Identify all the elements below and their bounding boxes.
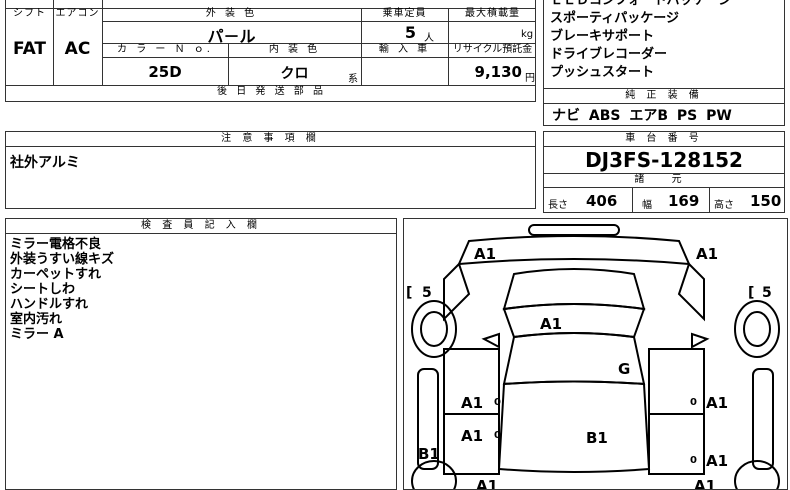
notes-text: 社外アルミ	[10, 155, 80, 171]
left-tire-depth: 5	[422, 285, 432, 301]
mark-roof: B1	[586, 429, 608, 447]
option-item: プッシュスタート	[550, 65, 655, 80]
mark-left-rear-door-small: 0	[494, 430, 501, 441]
svg-text:[: [	[406, 285, 412, 301]
inspector-note-item: ミラー A	[10, 327, 64, 342]
chassis-box: 車 台 番 号 DJ3FS-128152 諸 元 長さ 406 幅 169 高さ…	[543, 131, 785, 213]
inspector-note-item: ハンドルすれ	[10, 297, 89, 312]
max-load-label: 最大積載量	[465, 8, 520, 19]
mark-rear-right: A1	[694, 477, 716, 489]
inspector-note-item: 外装うすい線キズ	[10, 252, 115, 267]
notes-label: 注 意 事 項 欄	[6, 132, 535, 147]
inspector-note-item: シートしわ	[10, 282, 76, 297]
import-label: 輸 入 車	[378, 44, 431, 55]
option-item: スポーティパッケージ	[550, 11, 679, 26]
color-no-label: カ ラ ー Ｎ ｏ.	[117, 44, 213, 55]
mark-front-right: A1	[696, 245, 718, 263]
later-parts-label: 後 日 発 送 部 品	[217, 86, 326, 97]
genuine-equipment-label: 純 正 装 備	[544, 89, 784, 104]
mark-right-front-door-small: 0	[690, 397, 697, 408]
options-box: ＬＥＤコンフォートパッケージ スポーティパッケージ ブレーキサポート ドライブレ…	[543, 0, 785, 89]
shift-value: FAT	[12, 39, 47, 59]
width-value: 169	[668, 192, 700, 210]
recycle-label: リサイクル預託金	[452, 44, 533, 55]
capacity-value: 5	[404, 23, 416, 42]
mark-hood: A1	[540, 315, 562, 333]
genuine-equipment-value: ナビ ABS エアB PS PW	[552, 108, 732, 124]
right-tire-depth: 5	[762, 285, 772, 301]
mark-left-front-door-small: 0	[494, 397, 501, 408]
option-item: ブレーキサポート	[550, 29, 655, 44]
aircon-value: AC	[64, 39, 91, 59]
genuine-equipment-box: 純 正 装 備 ナビ ABS エアB PS PW	[543, 88, 785, 126]
inspector-note-item: ミラー電格不良	[10, 237, 102, 252]
interior-color-label: 内 装 色	[268, 44, 321, 55]
inspector-note-item: カーペットすれ	[10, 267, 102, 282]
load-unit: kg	[521, 29, 534, 40]
option-item: ドライブレコーダー	[550, 47, 668, 62]
inspector-note-item: 室内汚れ	[10, 312, 63, 327]
svg-text:[: [	[748, 285, 754, 301]
vehicle-info-table: シフト エアコン 外 装 色 乗車定員 最大積載量 FAT AC パ－ル 5 人…	[5, 0, 536, 102]
capacity-unit: 人	[424, 33, 434, 44]
interior-color-value: クロ	[280, 66, 309, 82]
option-item: ＬＥＤコンフォートパッケージ	[550, 0, 732, 8]
inspector-notes-box: 検 査 員 記 入 欄 ミラー電格不良 外装うすい線キズ カーペットすれ シート…	[5, 218, 397, 490]
mark-front-left: A1	[474, 245, 496, 263]
specs-label: 諸 元	[634, 174, 694, 185]
exterior-color-label: 外 装 色	[205, 8, 258, 19]
length-label: 長さ	[548, 200, 568, 211]
mark-left-front-door: A1	[461, 394, 483, 412]
color-no-value: 25D	[148, 63, 182, 81]
inspector-notes-label: 検 査 員 記 入 欄	[6, 219, 396, 234]
height-label: 高さ	[714, 200, 734, 211]
mark-windshield: G	[618, 360, 630, 378]
mark-right-front-door: A1	[706, 394, 728, 412]
mark-rear-left: A1	[476, 477, 498, 489]
mark-left-rear-door: A1	[461, 427, 483, 445]
mark-left-sill: B1	[418, 445, 440, 463]
car-diagram: A1 A1 A1 G B1 A1 A1 A1 A1 B1 0 0 0 0 A1 …	[406, 224, 780, 489]
chassis-no-label: 車 台 番 号	[544, 132, 784, 147]
interior-suffix: 系	[348, 74, 358, 85]
car-diagram-box: A1 A1 A1 G B1 A1 A1 A1 A1 B1 0 0 0 0 A1 …	[403, 218, 788, 490]
width-label: 幅	[642, 200, 652, 211]
shift-label: シフト	[13, 8, 46, 19]
aircon-label: エアコン	[55, 8, 100, 19]
height-value: 150	[750, 192, 782, 210]
recycle-unit: 円	[525, 73, 535, 84]
length-value: 406	[586, 192, 618, 210]
chassis-no-value: DJ3FS-128152	[585, 148, 743, 172]
mark-right-rear-door-small: 0	[690, 455, 697, 466]
capacity-label: 乗車定員	[382, 8, 427, 19]
recycle-value: 9,130	[474, 63, 522, 81]
notes-box: 注 意 事 項 欄 社外アルミ	[5, 131, 536, 209]
mark-right-rear-door: A1	[706, 452, 728, 470]
